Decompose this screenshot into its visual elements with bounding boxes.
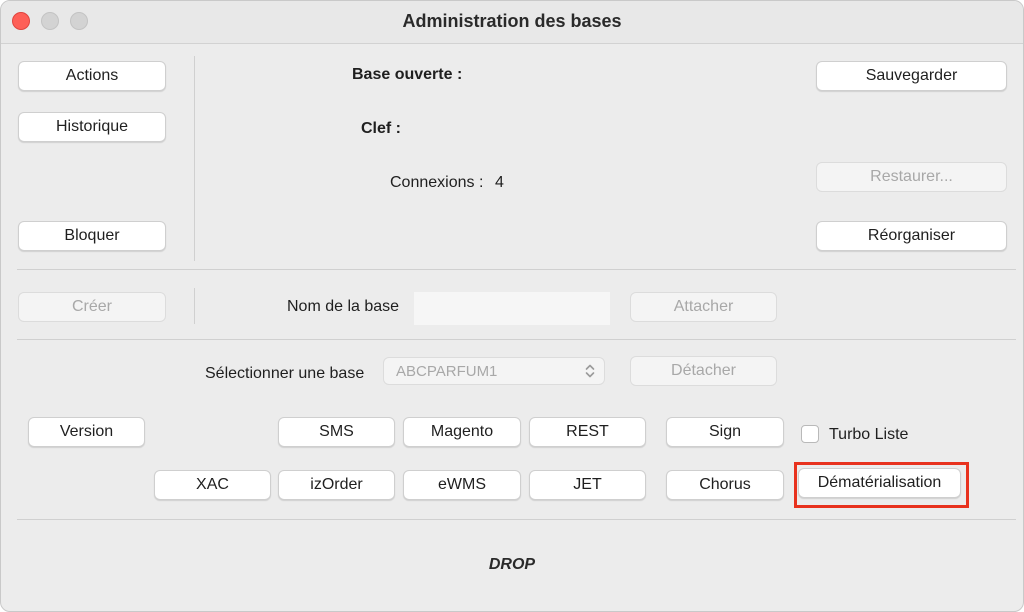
turbo-liste-checkbox[interactable] [801,425,819,443]
historique-button[interactable]: Historique [18,112,166,142]
chorus-button[interactable]: Chorus [666,470,784,500]
sms-button[interactable]: SMS [278,417,395,447]
title-bar: Administration des bases [1,1,1023,44]
jet-button[interactable]: JET [529,470,646,500]
base-ouverte-label: Base ouverte : [352,66,463,83]
reorganiser-button[interactable]: Réorganiser [816,221,1007,251]
base-select-value: ABCPARFUM1 [396,363,498,380]
nom-base-label: Nom de la base [287,298,400,315]
connexions-label: Connexions : [390,174,484,191]
izorder-button[interactable]: izOrder [278,470,395,500]
sign-button[interactable]: Sign [666,417,784,447]
sauvegarder-button[interactable]: Sauvegarder [816,61,1007,91]
detacher-button[interactable]: Détacher [630,356,777,386]
bloquer-button[interactable]: Bloquer [18,221,166,251]
ewms-button[interactable]: eWMS [403,470,521,500]
clef-label: Clef : [361,120,401,137]
divider-2 [17,339,1016,340]
divider-3 [17,519,1016,520]
creer-button[interactable]: Créer [18,292,166,322]
left-vertical-divider [194,56,195,261]
select-base-label: Sélectionner une base [205,365,365,382]
version-button[interactable]: Version [28,417,145,447]
base-select[interactable]: ABCPARFUM1 [383,357,605,385]
nom-base-input[interactable] [414,292,610,325]
actions-button[interactable]: Actions [18,61,166,91]
connexions-value: 4 [495,174,504,191]
xac-button[interactable]: XAC [154,470,271,500]
divider-1 [17,269,1016,270]
turbo-liste-label: Turbo Liste [829,426,909,443]
drop-label: DROP [488,556,536,573]
attacher-button[interactable]: Attacher [630,292,777,322]
restaurer-button[interactable]: Restaurer... [816,162,1007,192]
create-row-divider [194,288,195,324]
window-title: Administration des bases [402,11,622,31]
updown-chevron-icon [585,364,595,378]
dematerialisation-highlight [794,462,969,508]
magento-button[interactable]: Magento [403,417,521,447]
admin-window: Administration des bases Actions Histori… [0,0,1024,612]
rest-button[interactable]: REST [529,417,646,447]
